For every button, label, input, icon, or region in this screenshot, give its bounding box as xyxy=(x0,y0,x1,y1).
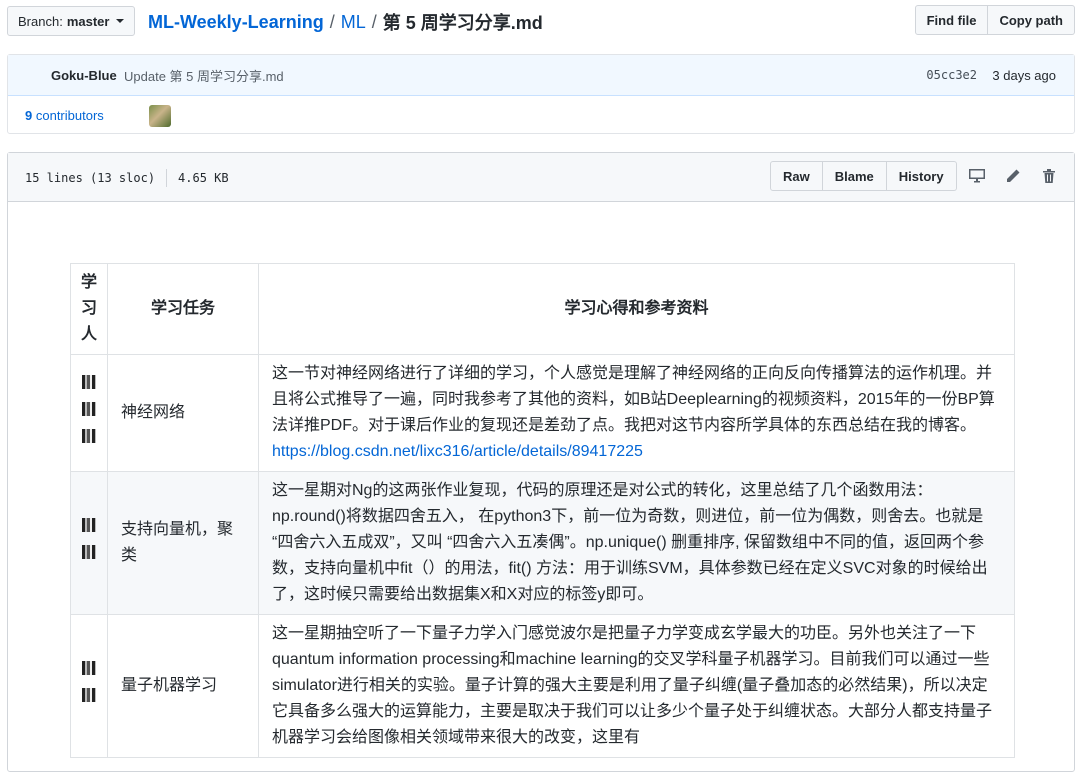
raw-button[interactable]: Raw xyxy=(770,161,823,191)
commit-author-link[interactable]: Goku-Blue xyxy=(51,68,117,83)
branch-name: master xyxy=(66,13,110,29)
trash-icon[interactable] xyxy=(1031,161,1067,191)
commit-time: 3 days ago xyxy=(992,67,1056,83)
pixelated-name xyxy=(82,545,96,559)
pixelated-name xyxy=(82,661,96,675)
table-row: 量子机器学习 这一星期抽空听了一下量子力学入门感觉波尔是把量子力学变成玄学最大的… xyxy=(70,614,1015,758)
breadcrumb-file-name: 第 5 周学习分享.md xyxy=(382,13,543,33)
blog-link[interactable]: https://blog.csdn.net/lixc316/article/de… xyxy=(272,443,643,460)
file-actions: Raw Blame History xyxy=(770,161,1067,191)
file-info: 15 lines (13 sloc) 4.65 KB xyxy=(25,169,229,187)
pixelated-name xyxy=(82,518,96,532)
learner-cell xyxy=(70,614,108,758)
commit-sha-link[interactable]: 05cc3e2 xyxy=(926,68,977,82)
column-header-notes: 学习心得和参考资料 xyxy=(258,263,1015,355)
learner-cell xyxy=(70,471,108,615)
pencil-icon[interactable] xyxy=(995,161,1031,191)
desktop-icon[interactable] xyxy=(959,161,995,191)
branch-prefix: Branch: xyxy=(18,13,63,29)
learner-cell xyxy=(70,354,108,472)
commit-tease: Goku-Blue Update 第 5 周学习分享.md 05cc3e2 3 … xyxy=(7,54,1075,134)
task-cell: 支持向量机，聚类 xyxy=(107,471,259,615)
file-nav-buttons: Find file Copy path xyxy=(914,5,1075,35)
notes-cell: 这一星期抽空听了一下量子力学入门感觉波尔是把量子力学变成玄学最大的功臣。另外也关… xyxy=(258,614,1015,758)
breadcrumb: ML-Weekly-Learning / ML / 第 5 周学习分享.md xyxy=(148,9,543,35)
pixelated-name xyxy=(82,374,96,389)
file-size: 4.65 KB xyxy=(178,171,229,185)
contributors-label: contributors xyxy=(35,108,104,123)
column-header-learner: 学 习 人 xyxy=(70,263,108,355)
pixelated-name xyxy=(82,428,96,443)
task-cell: 神经网络 xyxy=(107,354,259,472)
find-file-button[interactable]: Find file xyxy=(914,5,989,35)
table-header-row: 学 习 人 学习任务 学习心得和参考资料 xyxy=(70,263,1015,355)
contributors-count: 9 xyxy=(25,108,33,123)
file-navigation: Branch: master ML-Weekly-Learning / ML /… xyxy=(0,0,1080,42)
divider xyxy=(166,169,168,187)
breadcrumb-repo-link[interactable]: ML-Weekly-Learning xyxy=(148,12,324,33)
table-row: 神经网络 这一节对神经网络进行了详细的学习，个人感觉是理解了神经网络的正向反向传… xyxy=(70,354,1015,472)
latest-commit-row: Goku-Blue Update 第 5 周学习分享.md 05cc3e2 3 … xyxy=(8,55,1074,96)
notes-cell: 这一星期对Ng的这两张作业复现，代码的原理还是对公式的转化，这里总结了几个函数用… xyxy=(258,471,1015,615)
column-header-task: 学习任务 xyxy=(107,263,259,355)
task-cell: 量子机器学习 xyxy=(107,614,259,758)
file-viewer: 15 lines (13 sloc) 4.65 KB Raw Blame His… xyxy=(7,152,1075,772)
breadcrumb-separator: / xyxy=(329,11,335,32)
pixelated-name xyxy=(82,688,96,702)
breadcrumb-dir-link[interactable]: ML xyxy=(341,12,366,33)
file-header: 15 lines (13 sloc) 4.65 KB Raw Blame His… xyxy=(8,153,1074,202)
breadcrumb-separator: / xyxy=(371,11,377,32)
table-row: 支持向量机，聚类 这一星期对Ng的这两张作业复现，代码的原理还是对公式的转化，这… xyxy=(70,471,1015,615)
avatar[interactable] xyxy=(149,105,171,127)
header-char: 学 习 人 xyxy=(80,274,97,343)
markdown-table: 学 习 人 学习任务 学习心得和参考资料 神经网络 这一节对神经网络进行了详细的… xyxy=(70,263,1015,758)
chevron-down-icon xyxy=(116,19,125,23)
branch-select-button[interactable]: Branch: master xyxy=(7,6,136,36)
file-lines: 15 lines (13 sloc) xyxy=(25,171,156,185)
contributors-link[interactable]: 9 contributors xyxy=(25,108,104,123)
copy-path-button[interactable]: Copy path xyxy=(988,5,1075,35)
contributors-row: 9 contributors xyxy=(8,96,1074,135)
notes-text: 这一节对神经网络进行了详细的学习，个人感觉是理解了神经网络的正向反向传播算法的运… xyxy=(272,365,995,434)
commit-message-link[interactable]: Update 第 5 周学习分享.md xyxy=(124,66,284,85)
blame-button[interactable]: Blame xyxy=(822,161,887,191)
history-button[interactable]: History xyxy=(886,161,957,191)
notes-cell: 这一节对神经网络进行了详细的学习，个人感觉是理解了神经网络的正向反向传播算法的运… xyxy=(258,354,1015,472)
pixelated-name xyxy=(82,401,96,416)
